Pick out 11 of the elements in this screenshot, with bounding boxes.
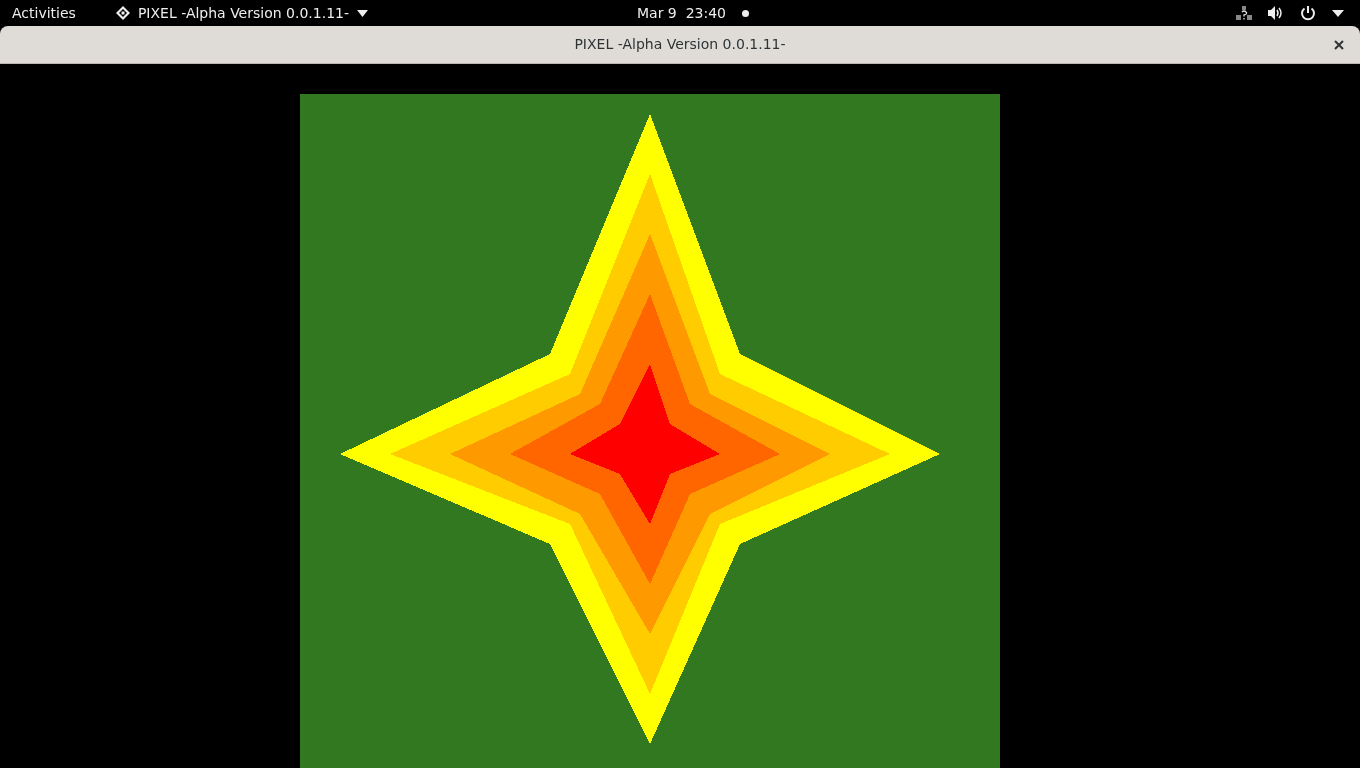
network-unknown-icon[interactable] bbox=[1236, 6, 1252, 20]
caret-icon[interactable] bbox=[1332, 9, 1344, 17]
caret-icon bbox=[357, 9, 368, 17]
activities-button[interactable]: Activities bbox=[0, 0, 88, 26]
window-title: PIXEL -Alpha Version 0.0.1.11- bbox=[574, 36, 786, 52]
clock[interactable]: Mar 9 23:40 bbox=[637, 0, 727, 26]
volume-icon[interactable] bbox=[1268, 6, 1284, 20]
app-icon bbox=[115, 6, 130, 20]
power-icon[interactable] bbox=[1300, 5, 1316, 21]
app-menu[interactable]: PIXEL -Alpha Version 0.0.1.11- bbox=[103, 0, 380, 26]
close-icon[interactable] bbox=[1334, 39, 1344, 50]
